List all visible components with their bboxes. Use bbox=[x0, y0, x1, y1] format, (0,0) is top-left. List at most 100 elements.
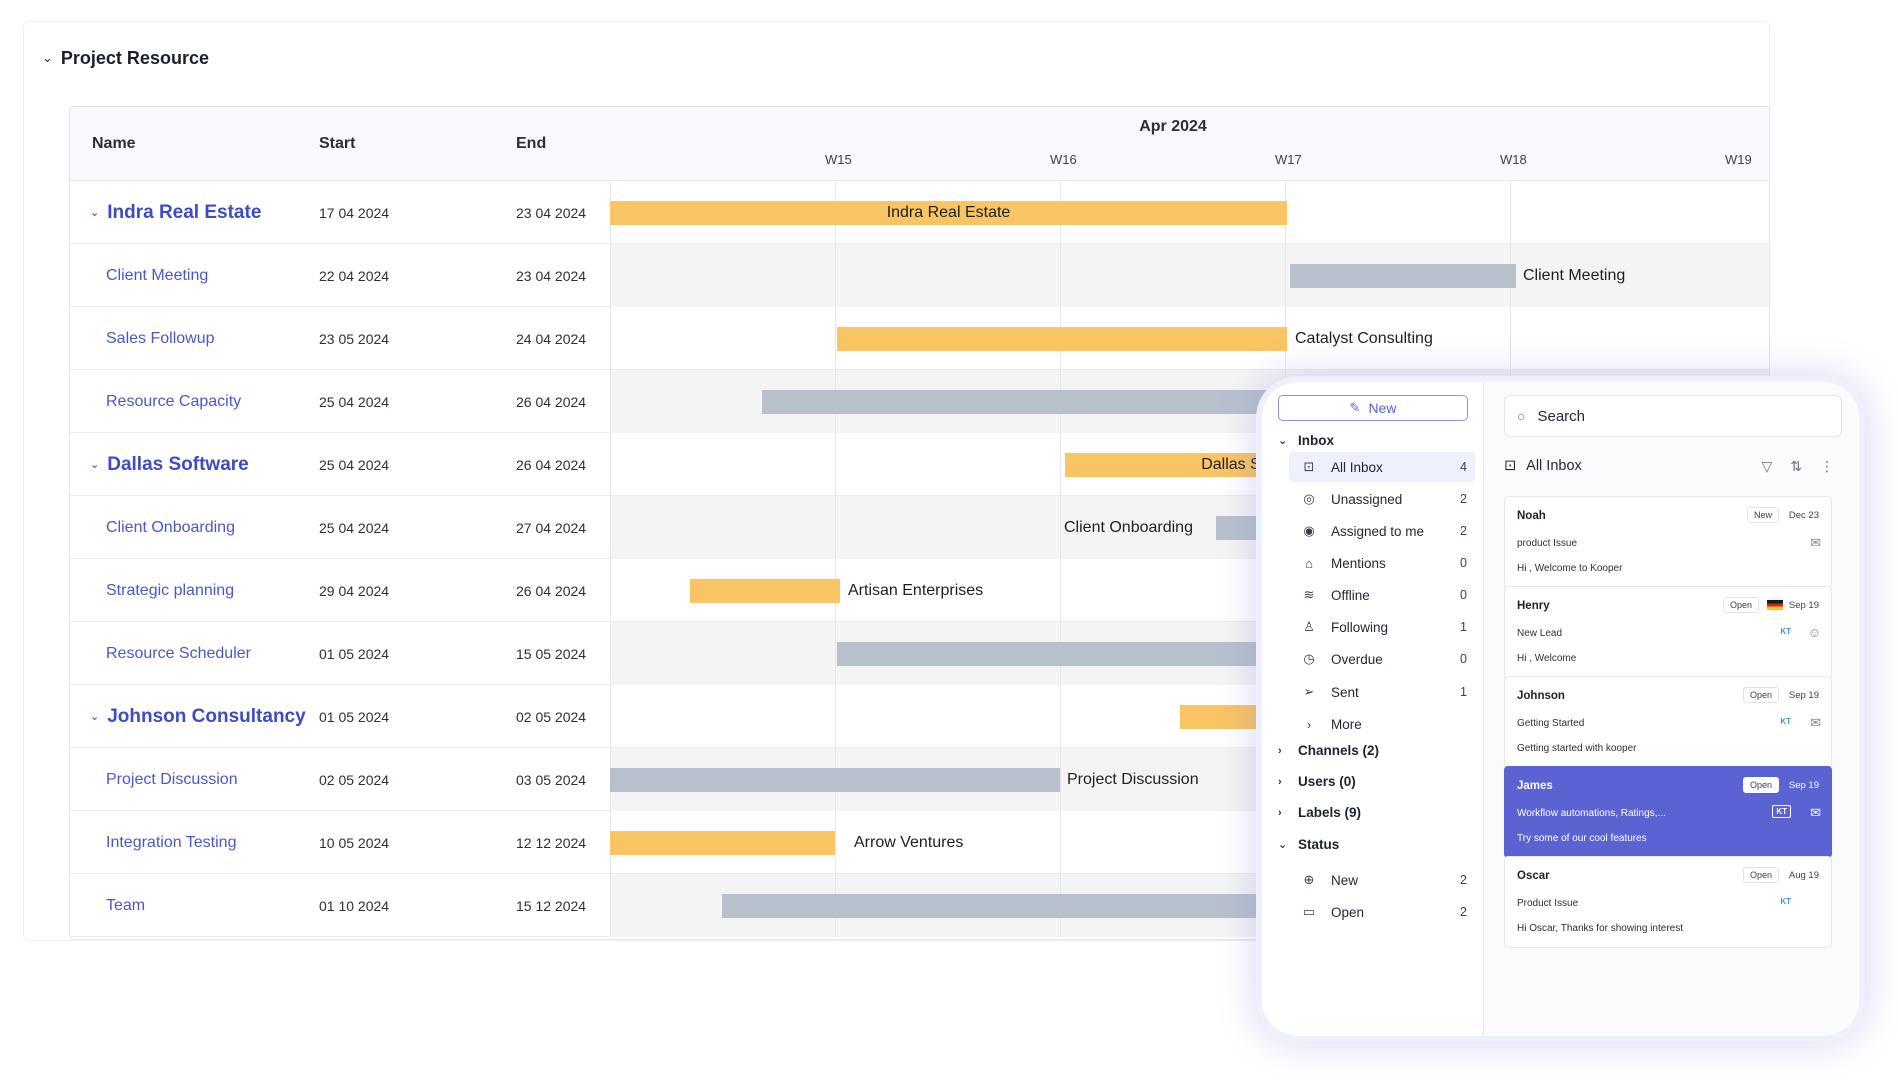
end-date: 15 05 2024 bbox=[516, 645, 587, 662]
week-gridline bbox=[835, 685, 836, 748]
mentions-icon: ⌂ bbox=[1305, 555, 1313, 571]
task-name[interactable]: Project Discussion bbox=[106, 748, 238, 811]
group-name[interactable]: ⌄ Johnson Consultancy bbox=[90, 685, 306, 748]
conversation-card[interactable]: Noah New Dec 23 product Issue Hi , Welcome t… bbox=[1504, 496, 1832, 588]
task-name[interactable]: Client Meeting bbox=[106, 244, 208, 307]
week-gridline bbox=[1060, 748, 1061, 811]
task-name[interactable]: Client Onboarding bbox=[106, 496, 235, 559]
contact-name: Henry bbox=[1517, 600, 1550, 612]
row-name-text: Johnson Consultancy bbox=[107, 705, 306, 727]
week-gridline bbox=[1060, 433, 1061, 496]
inbox-item-count: 1 bbox=[1460, 620, 1467, 634]
unassigned-icon: ◎ bbox=[1303, 491, 1315, 506]
task-name[interactable]: Resource Scheduler bbox=[106, 622, 251, 685]
row-name-text: Strategic planning bbox=[106, 581, 235, 599]
status-new-icon: ⊕ bbox=[1303, 872, 1315, 887]
bar-label: Project Discussion bbox=[1067, 771, 1199, 788]
task-row[interactable]: Client Meeting 22 04 2024 23 04 2024 Client… bbox=[70, 244, 1769, 307]
task-name[interactable]: Integration Testing bbox=[106, 811, 236, 874]
mail-icon[interactable]: ✉ bbox=[1810, 715, 1821, 731]
start-date: 25 04 2024 bbox=[319, 519, 390, 536]
inbox-item[interactable]: › More bbox=[1289, 709, 1475, 739]
inbox-section-label: Inbox bbox=[1298, 433, 1334, 448]
search-box[interactable]: ○ Search bbox=[1504, 395, 1842, 437]
row-name-text: Client Meeting bbox=[106, 266, 209, 284]
inbox-item-label: Sent bbox=[1331, 684, 1359, 700]
assignee-initials: KT bbox=[1780, 717, 1791, 726]
conversation-card[interactable]: Henry Open Sep 19 New Lead Hi , Welcome KT ☺ bbox=[1504, 586, 1832, 678]
filter-icon[interactable]: ▽ bbox=[1761, 458, 1772, 475]
inbox-item[interactable]: ◉ Assigned to me 2 bbox=[1289, 516, 1475, 546]
chevron-down-icon[interactable]: ⌄ bbox=[90, 710, 99, 723]
card-title: Project Resource bbox=[60, 47, 209, 68]
chevron-down-icon: ⌄ bbox=[1278, 435, 1288, 447]
new-conversation-button[interactable]: ✎ New bbox=[1278, 395, 1468, 421]
chevron-down-icon[interactable]: ⌄ bbox=[42, 50, 53, 66]
task-name[interactable]: Resource Capacity bbox=[106, 370, 241, 433]
conversation-card[interactable]: Oscar Open Aug 19 Product Issue Hi Oscar, Th… bbox=[1504, 856, 1832, 948]
conversation-card[interactable]: James Open Sep 19 Workflow automations, Rat… bbox=[1504, 766, 1832, 858]
mail-icon[interactable]: ✉ bbox=[1810, 535, 1821, 551]
start-date: 25 04 2024 bbox=[319, 393, 390, 410]
inbox-item-count: 0 bbox=[1460, 556, 1467, 570]
sort-icon[interactable]: ⇅ bbox=[1790, 458, 1802, 475]
inbox-item[interactable]: ♙ Following 1 bbox=[1289, 612, 1475, 642]
inbox-item[interactable]: ◷ Overdue 0 bbox=[1289, 644, 1475, 674]
week-gridline bbox=[835, 433, 836, 496]
group-name[interactable]: ⌄ Indra Real Estate bbox=[90, 181, 261, 244]
col-header-end[interactable]: End bbox=[516, 135, 546, 153]
task-row[interactable]: Sales Followup 23 05 2024 24 04 2024 Cataly… bbox=[70, 307, 1769, 370]
gantt-bar[interactable] bbox=[610, 831, 835, 855]
status-badge: Open bbox=[1742, 777, 1779, 793]
sidebar-section[interactable]: › Labels (9) bbox=[1278, 805, 1361, 820]
card-header[interactable]: ⌄ Project Resource bbox=[42, 44, 209, 72]
status-item[interactable]: ⊕ New 2 bbox=[1289, 865, 1475, 895]
list-tools: ▽ ⇅ ⋮ bbox=[1761, 458, 1844, 475]
week-gridline bbox=[1060, 811, 1061, 874]
inbox-item-label: Overdue bbox=[1331, 651, 1383, 667]
end-date: 23 04 2024 bbox=[516, 204, 587, 221]
group-name[interactable]: ⌄ Dallas Software bbox=[90, 433, 249, 496]
gantt-header: Name Start End Apr 2024 W15 W16 W17 W18 … bbox=[70, 107, 1769, 181]
chevron-down-icon[interactable]: ⌄ bbox=[90, 458, 99, 471]
gantt-bar[interactable] bbox=[1290, 264, 1516, 288]
week-gridline bbox=[835, 622, 836, 685]
inbox-item[interactable]: ◎ Unassigned 2 bbox=[1289, 484, 1475, 514]
week-gridline bbox=[1510, 307, 1511, 370]
sidebar-section[interactable]: ⌄ Status bbox=[1278, 837, 1339, 852]
task-name[interactable]: Team bbox=[106, 874, 145, 937]
gantt-bar[interactable] bbox=[690, 579, 840, 603]
sidebar-section[interactable]: › Users (0) bbox=[1278, 774, 1356, 789]
col-header-name[interactable]: Name bbox=[92, 135, 136, 153]
inbox-item-label: All Inbox bbox=[1331, 459, 1383, 475]
conversation-card[interactable]: Johnson Open Sep 19 Getting Started Getting … bbox=[1504, 676, 1832, 768]
more-icon: › bbox=[1306, 716, 1312, 732]
gantt-bar[interactable] bbox=[837, 327, 1287, 351]
search-icon: ○ bbox=[1517, 408, 1526, 424]
start-date: 01 05 2024 bbox=[319, 645, 390, 662]
conversation-preview: Try some of our cool features bbox=[1517, 833, 1647, 844]
inbox-item[interactable]: ≋ Offline 0 bbox=[1289, 580, 1475, 610]
task-name[interactable]: Strategic planning bbox=[106, 559, 234, 622]
overdue-icon: ◷ bbox=[1303, 651, 1315, 666]
inbox-item[interactable]: ➢ Sent 1 bbox=[1289, 677, 1475, 707]
chevron-down-icon[interactable]: ⌄ bbox=[90, 206, 99, 219]
search-input[interactable]: Search bbox=[1537, 408, 1585, 425]
status-item[interactable]: ▭ Open 2 bbox=[1289, 897, 1475, 927]
start-date: 23 05 2024 bbox=[319, 330, 390, 347]
mail-icon[interactable]: ✉ bbox=[1810, 805, 1821, 821]
sidebar-section[interactable]: › Channels (2) bbox=[1278, 743, 1379, 758]
inbox-section-toggle[interactable]: ⌄ Inbox bbox=[1278, 433, 1334, 448]
inbox-item[interactable]: ⌂ Mentions 0 bbox=[1289, 548, 1475, 578]
task-name[interactable]: Sales Followup bbox=[106, 307, 215, 370]
assignee-initials: KT bbox=[1780, 627, 1791, 636]
conversation-subject: Getting Started bbox=[1517, 718, 1585, 729]
col-header-start[interactable]: Start bbox=[319, 135, 355, 153]
gantt-bar[interactable] bbox=[610, 768, 1060, 792]
section-label: Channels (2) bbox=[1298, 743, 1380, 758]
sent-icon: ➢ bbox=[1303, 684, 1315, 699]
group-row[interactable]: ⌄ Indra Real Estate 17 04 2024 23 04 2024 In… bbox=[70, 181, 1769, 244]
chat-icon[interactable]: ☺ bbox=[1808, 625, 1821, 640]
inbox-item[interactable]: ⊡ All Inbox 4 bbox=[1289, 452, 1475, 482]
more-vertical-icon[interactable]: ⋮ bbox=[1820, 458, 1834, 475]
